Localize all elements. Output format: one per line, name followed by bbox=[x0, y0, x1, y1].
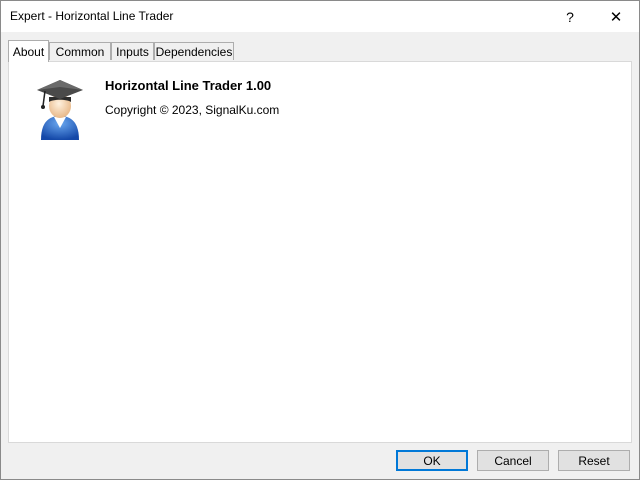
cancel-button[interactable]: Cancel bbox=[477, 450, 549, 471]
tab-common[interactable]: Common bbox=[49, 42, 111, 60]
close-button[interactable]: ✕ bbox=[593, 1, 639, 32]
ok-button[interactable]: OK bbox=[396, 450, 468, 471]
expert-name: Horizontal Line Trader 1.00 bbox=[105, 78, 272, 93]
reset-button[interactable]: Reset bbox=[558, 450, 630, 471]
title-bar: Expert - Horizontal Line Trader ? ✕ bbox=[1, 1, 639, 32]
tab-inputs[interactable]: Inputs bbox=[111, 42, 154, 60]
help-button[interactable]: ? bbox=[547, 1, 593, 32]
graduate-icon bbox=[35, 76, 85, 142]
expert-dialog: Expert - Horizontal Line Trader ? ✕ Abou… bbox=[0, 0, 640, 480]
tab-about[interactable]: About bbox=[8, 40, 49, 62]
copyright-text: Copyright © 2023, SignalKu.com bbox=[105, 103, 280, 117]
about-panel: Horizontal Line Trader 1.00 Copyright © … bbox=[8, 61, 632, 443]
close-icon: ✕ bbox=[609, 8, 623, 26]
tab-dependencies[interactable]: Dependencies bbox=[154, 42, 234, 60]
window-title: Expert - Horizontal Line Trader bbox=[10, 9, 174, 23]
